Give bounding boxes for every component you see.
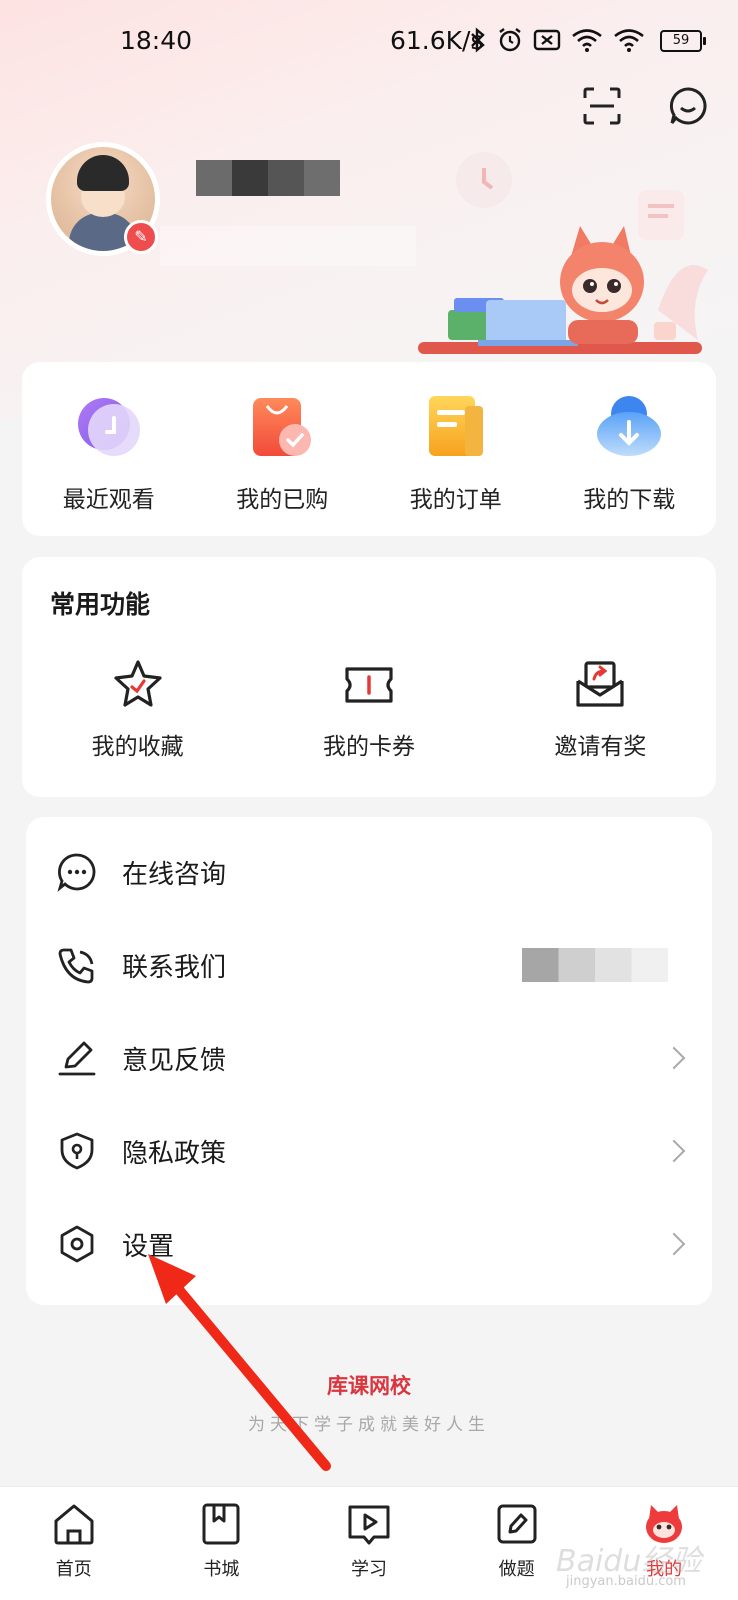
quick-recent[interactable]: 最近观看 [22, 362, 196, 536]
menu-item-label: 隐私政策 [122, 1138, 227, 1169]
phone-icon [58, 948, 94, 984]
quick-orders-label: 我的订单 [409, 487, 502, 513]
download-cloud-icon [597, 396, 662, 456]
chevron-right-icon [662, 1232, 686, 1256]
quick-access-card: 最近观看 我的已购 我的订单 我的下载 [22, 362, 716, 536]
function-coupons-label: 我的卡券 [322, 734, 415, 760]
book-icon [202, 1503, 240, 1545]
username-redacted [196, 160, 340, 196]
tab-home[interactable]: 首页 [0, 1487, 148, 1600]
invite-mail-icon [576, 661, 624, 707]
user-info-redacted [160, 226, 416, 266]
edit-icon [497, 1504, 537, 1544]
tab-bookstore[interactable]: 书城 [148, 1487, 296, 1600]
message-icon[interactable] [668, 86, 708, 130]
quick-downloads[interactable]: 我的下载 [543, 362, 717, 536]
chevron-right-icon [662, 1046, 686, 1070]
function-favorites[interactable]: 我的收藏 [22, 657, 253, 761]
bluetooth-icon [468, 26, 488, 60]
tab-label: 做题 [498, 1559, 535, 1580]
quick-recent-label: 最近观看 [62, 487, 155, 513]
menu-item-settings[interactable]: 设置 [26, 1197, 712, 1291]
function-invite-label: 邀请有奖 [554, 734, 647, 760]
alarm-icon [496, 26, 524, 60]
play-icon [348, 1505, 390, 1545]
mascot-illustration [418, 152, 708, 354]
tab-label: 书城 [203, 1559, 240, 1580]
function-coupons[interactable]: 我的卡券 [253, 657, 484, 761]
quick-purchased-label: 我的已购 [236, 487, 329, 513]
menu-item-privacy-policy[interactable]: 隐私政策 [26, 1104, 712, 1198]
header-actions [582, 86, 708, 130]
battery-icon: 59 [660, 30, 706, 52]
brand-footer: 库课网校 为天下学子成就美好人生 [0, 1370, 738, 1435]
quick-purchased[interactable]: 我的已购 [196, 362, 370, 536]
brand-name: 库课网校 [327, 1374, 411, 1398]
status-time: 18:40 [120, 26, 193, 55]
settings-hexagon-icon [60, 1225, 94, 1263]
wifi-icon [612, 26, 646, 60]
scan-icon[interactable] [582, 86, 622, 130]
chevron-right-icon [662, 1139, 686, 1163]
order-list-icon [428, 396, 483, 456]
menu-item-label: 意见反馈 [122, 1045, 227, 1076]
menu-item-label: 在线咨询 [122, 859, 227, 890]
shield-icon [60, 1132, 94, 1170]
contact-info-redacted [522, 948, 668, 982]
tab-label: 学习 [350, 1559, 387, 1580]
brand-slogan: 为天下学子成就美好人生 [248, 1415, 490, 1435]
section-title: 常用功能 [50, 590, 151, 619]
star-icon [114, 660, 162, 707]
feedback-edit-icon [58, 1041, 96, 1076]
sim-off-icon [532, 26, 562, 60]
chat-bubble-icon [57, 853, 96, 892]
home-icon [54, 1504, 94, 1545]
quick-downloads-label: 我的下载 [583, 487, 676, 513]
ticket-icon [345, 667, 393, 703]
settings-menu-card: 在线咨询 联系我们 意见反馈 隐私政策 设置 [26, 817, 712, 1305]
watermark-url: jingyan.baidu.com [566, 1574, 686, 1589]
tab-study[interactable]: 学习 [295, 1487, 443, 1600]
menu-item-label: 联系我们 [122, 952, 227, 983]
menu-item-feedback[interactable]: 意见反馈 [26, 1011, 712, 1105]
menu-item-online-consult[interactable]: 在线咨询 [26, 825, 712, 919]
menu-item-contact-us[interactable]: 联系我们 [26, 918, 712, 1012]
recent-clock-icon [77, 398, 140, 456]
purchased-bag-icon [253, 398, 312, 456]
menu-item-label: 设置 [122, 1231, 175, 1262]
common-functions-card: 常用功能 我的收藏 我的卡券 邀请有奖 [22, 557, 716, 797]
function-favorites-label: 我的收藏 [91, 734, 184, 760]
edit-profile-icon[interactable]: ✎ [124, 220, 158, 254]
function-invite[interactable]: 邀请有奖 [485, 657, 716, 761]
quick-orders[interactable]: 我的订单 [369, 362, 543, 536]
tab-label: 首页 [55, 1559, 92, 1580]
status-bar: 18:40 61.6K/s 59 [0, 0, 738, 80]
status-icons [468, 26, 646, 60]
wifi-icon [570, 26, 604, 60]
